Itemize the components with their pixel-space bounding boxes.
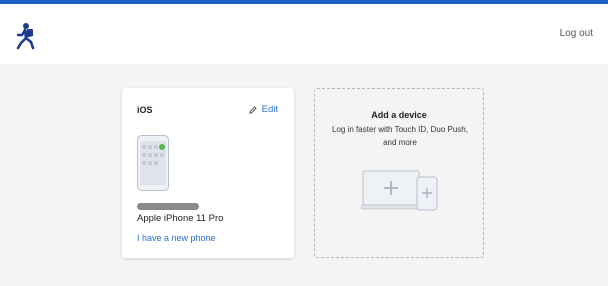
pencil-icon — [248, 105, 257, 114]
add-device-card[interactable]: Add a device Log in faster with Touch ID… — [314, 88, 484, 258]
device-name: Apple iPhone 11 Pro — [137, 213, 224, 224]
add-device-subtitle: Log in faster with Touch ID, Duo Push, a… — [332, 125, 468, 147]
device-card: iOS Edit Apple iPhone 11 Pro I have a ne… — [122, 88, 294, 258]
new-phone-link[interactable]: I have a new phone — [137, 233, 216, 243]
phone-illustration-icon — [137, 135, 169, 191]
add-device-title: Add a device — [371, 110, 427, 120]
running-person-logo-icon — [16, 23, 35, 50]
laptop-phone-plus-icon — [361, 170, 438, 211]
edit-device-button[interactable]: Edit — [248, 104, 278, 115]
page-header: Log out — [0, 4, 608, 64]
redacted-bar — [137, 203, 199, 210]
device-platform-title: iOS — [137, 105, 153, 115]
logout-link[interactable]: Log out — [560, 28, 593, 39]
edit-label: Edit — [261, 104, 278, 115]
